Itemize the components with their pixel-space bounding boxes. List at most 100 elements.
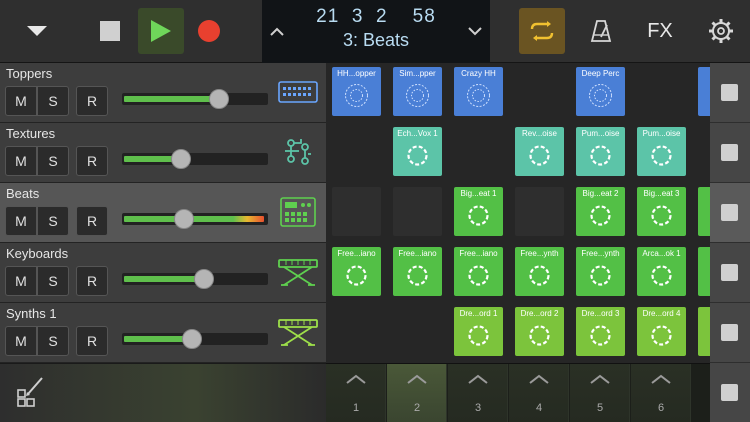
play-button[interactable] (138, 8, 184, 54)
track-stop-cell[interactable] (710, 183, 750, 243)
track-header-synths-1[interactable]: Synths 1 MSR (0, 303, 326, 363)
record-button[interactable] (186, 8, 232, 54)
drum-machine-blue-icon[interactable] (276, 77, 320, 107)
chevron-up-icon (529, 374, 549, 384)
track-stop-cell[interactable] (710, 303, 750, 363)
loop-cell[interactable]: Dre...ord 2 (515, 307, 564, 356)
loop-cell[interactable]: Free...ynth (515, 247, 564, 296)
volume-knob[interactable] (194, 269, 214, 289)
loop-cell[interactable]: Dre...ord 3 (576, 307, 625, 356)
volume-slider[interactable] (122, 329, 268, 349)
loop-cell[interactable]: Big...eat 3 (637, 187, 686, 236)
track-stop-cell[interactable] (710, 63, 750, 123)
loop-cell[interactable]: Pum...oise (637, 127, 686, 176)
stop-icon (721, 144, 738, 161)
scene-trigger-4[interactable]: 4 (509, 364, 569, 422)
record-enable-button[interactable]: R (76, 86, 108, 116)
synth-stand-icon[interactable] (276, 317, 320, 347)
fx-button[interactable]: FX (637, 8, 683, 54)
record-enable-button[interactable]: R (76, 146, 108, 176)
tracks-footer (0, 363, 326, 422)
volume-slider[interactable] (122, 89, 268, 109)
loop-cell[interactable]: Free...iano (454, 247, 503, 296)
keyboard-stand-icon[interactable] (276, 257, 320, 287)
settings-button[interactable] (698, 8, 744, 54)
loop-cell[interactable]: Crazy HH (454, 67, 503, 116)
loop-cell[interactable]: Rev...oise (515, 127, 564, 176)
mute-button[interactable]: M (5, 326, 37, 356)
volume-slider[interactable] (122, 149, 268, 169)
browser-menu-button[interactable] (14, 8, 60, 54)
chevron-up-icon (270, 27, 284, 36)
loop-cell[interactable]: Sp (698, 67, 710, 116)
loop-cell[interactable]: A (698, 307, 710, 356)
record-enable-button[interactable]: R (76, 326, 108, 356)
loop-cell[interactable]: A (698, 187, 710, 236)
loop-cell[interactable]: Big...eat 2 (576, 187, 625, 236)
previous-song-button[interactable] (266, 16, 288, 46)
editor-button[interactable] (14, 374, 48, 408)
loop-cell[interactable]: Arca...ok 1 (637, 247, 686, 296)
solo-button[interactable]: S (37, 266, 69, 296)
scene-number: 6 (657, 402, 665, 414)
record-enable-button[interactable]: R (76, 206, 108, 236)
loop-cycle-icon (529, 325, 550, 346)
drum-machine-green-icon[interactable] (276, 197, 320, 227)
solo-button[interactable]: S (37, 326, 69, 356)
track-header-beats[interactable]: Beats M S R (0, 183, 326, 243)
record-enable-button[interactable]: R (76, 266, 108, 296)
mute-button[interactable]: M (5, 146, 37, 176)
scene-trigger-1[interactable]: 1 (326, 364, 386, 422)
loop-cell[interactable]: Dre...ord 4 (637, 307, 686, 356)
cycle-button[interactable] (519, 8, 565, 54)
loop-cycle-icon (529, 265, 550, 286)
empty-cell[interactable] (515, 187, 564, 236)
track-header-textures[interactable]: Textures M S R (0, 123, 326, 183)
empty-cell[interactable] (332, 187, 381, 236)
scene-trigger-2[interactable]: 2 (387, 364, 447, 422)
track-stop-cell[interactable] (710, 123, 750, 183)
loop-cell[interactable]: Ech...Vox 1 (393, 127, 442, 176)
stop-button[interactable] (87, 8, 133, 54)
mute-button[interactable]: M (5, 266, 37, 296)
volume-level (124, 216, 264, 222)
loop-cell[interactable]: Pum...oise (576, 127, 625, 176)
track-stop-cell[interactable] (710, 363, 750, 422)
volume-knob[interactable] (209, 89, 229, 109)
volume-slider[interactable] (122, 269, 268, 289)
mute-button[interactable]: M (5, 86, 37, 116)
volume-knob[interactable] (174, 209, 194, 229)
loop-cell[interactable]: Dre...ord 1 (454, 307, 503, 356)
loop-cell[interactable]: Deep Perc (576, 67, 625, 116)
scene-trigger-5[interactable]: 5 (570, 364, 630, 422)
synth-texture-icon[interactable] (276, 137, 320, 167)
empty-cell[interactable] (393, 187, 442, 236)
mute-button[interactable]: M (5, 206, 37, 236)
volume-slider[interactable] (122, 209, 268, 229)
loop-cell[interactable]: A (698, 247, 710, 296)
track-header-toppers[interactable]: Toppers M S R (0, 63, 326, 123)
loop-cell[interactable]: HH...opper (332, 67, 381, 116)
metronome-button[interactable] (578, 8, 624, 54)
scene-trigger-3[interactable]: 3 (448, 364, 508, 422)
loop-cell[interactable]: Free...iano (393, 247, 442, 296)
scene-trigger-6[interactable]: 6 (631, 364, 691, 422)
track-header-keyboards[interactable]: Keyboards M S R (0, 243, 326, 303)
volume-knob[interactable] (171, 149, 191, 169)
loop-cell[interactable]: Free...ynth (576, 247, 625, 296)
track-stop-cell[interactable] (710, 243, 750, 303)
solo-button[interactable]: S (37, 146, 69, 176)
track-name: Beats (6, 186, 40, 201)
solo-button[interactable]: S (37, 86, 69, 116)
volume-knob[interactable] (182, 329, 202, 349)
control-bar: 21 3 2 58 3: Beats FX (0, 0, 750, 63)
solo-button[interactable]: S (37, 206, 69, 236)
loop-cell[interactable]: Sim...pper (393, 67, 442, 116)
loop-cell[interactable]: Free...iano (332, 247, 381, 296)
lcd-display[interactable]: 21 3 2 58 3: Beats (262, 0, 490, 63)
loop-cell[interactable]: Big...eat 1 (454, 187, 503, 236)
next-song-button[interactable] (464, 16, 486, 46)
chevron-up-icon (346, 374, 366, 384)
loop-cycle-icon (651, 145, 672, 166)
cell-name: Rev...oise (522, 129, 557, 138)
